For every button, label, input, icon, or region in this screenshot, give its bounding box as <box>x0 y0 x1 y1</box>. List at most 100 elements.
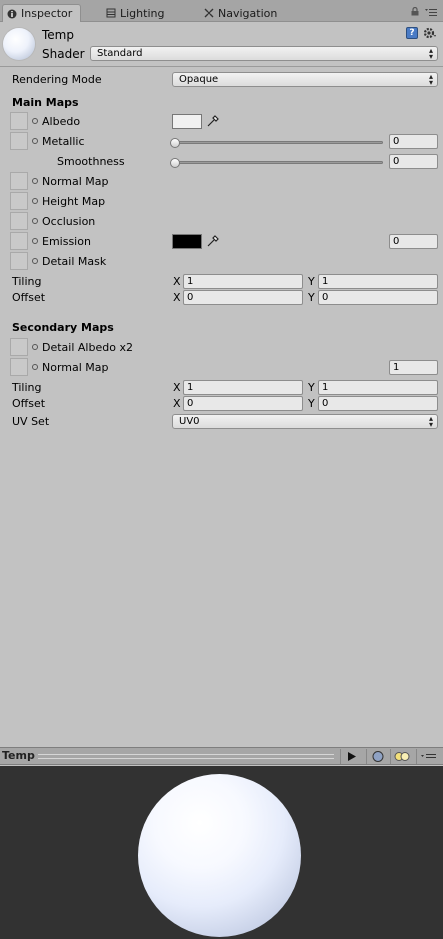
occlusion-texture-slot[interactable] <box>10 212 28 230</box>
header-separator <box>0 66 443 67</box>
secondary-tiling-label: Tiling <box>12 381 42 394</box>
shader-value: Standard <box>97 48 143 59</box>
secondary-tiling-x-label: X <box>173 381 181 394</box>
detail-mask-texture-slot[interactable] <box>10 252 28 270</box>
uv-set-value: UV0 <box>179 416 200 427</box>
shader-dropdown[interactable]: Standard ▴ ▾ <box>90 46 438 61</box>
material-thumbnail <box>3 28 35 60</box>
secondary-offset-y-label: Y <box>308 397 315 410</box>
secondary-maps-title: Secondary Maps <box>12 321 114 334</box>
smoothness-slider-knob[interactable] <box>170 158 180 168</box>
smoothness-label: Smoothness <box>57 155 125 168</box>
metallic-slider[interactable] <box>173 141 383 144</box>
main-tiling-x-field[interactable]: 1 <box>183 274 303 289</box>
detail-mask-label: Detail Mask <box>42 255 107 268</box>
tab-navigation[interactable]: Navigation <box>204 4 277 22</box>
main-tiling-y-field[interactable]: 1 <box>318 274 438 289</box>
detail-mask-picker-dot-icon[interactable] <box>32 258 38 264</box>
albedo-texture-slot[interactable] <box>10 112 28 130</box>
smoothness-value-field[interactable]: 0 <box>389 154 438 169</box>
emission-texture-slot[interactable] <box>10 232 28 250</box>
detail-albedo-texture-slot[interactable] <box>10 338 28 356</box>
detail-albedo-picker-dot-icon[interactable] <box>32 344 38 350</box>
rendering-mode-dropdown[interactable]: Opaque ▴ ▾ <box>172 72 438 87</box>
lock-icon[interactable] <box>411 7 419 16</box>
lights-icon <box>394 752 410 761</box>
normal-map-picker-dot-icon[interactable] <box>32 178 38 184</box>
metallic-value-field[interactable]: 0 <box>389 134 438 149</box>
main-tiling-label: Tiling <box>12 275 42 288</box>
preview-menu-button[interactable] <box>416 749 442 764</box>
main-maps-title: Main Maps <box>12 96 79 109</box>
secondary-normal-map-picker-dot-icon[interactable] <box>32 364 38 370</box>
preview-title: Temp <box>2 749 35 762</box>
uv-set-dropdown[interactable]: UV0 ▴ ▾ <box>172 414 438 429</box>
preview-shape-button[interactable] <box>366 749 388 764</box>
detail-albedo-label: Detail Albedo x2 <box>42 341 133 354</box>
menu-icon <box>421 754 436 758</box>
info-icon <box>7 9 17 18</box>
rendering-mode-label: Rendering Mode <box>12 73 102 86</box>
tab-inspector-label: Inspector <box>21 7 73 20</box>
tab-menu-icon[interactable] <box>425 8 437 16</box>
albedo-color-swatch[interactable] <box>172 114 202 129</box>
tab-lighting-label: Lighting <box>120 6 165 20</box>
preview-toolbar: Temp <box>0 747 443 765</box>
height-map-picker-dot-icon[interactable] <box>32 198 38 204</box>
secondary-offset-x-field[interactable]: 0 <box>183 396 303 411</box>
emission-color-swatch[interactable] <box>172 234 202 249</box>
main-offset-y-field[interactable]: 0 <box>318 290 438 305</box>
preview-sphere <box>138 774 301 937</box>
normal-map-texture-slot[interactable] <box>10 172 28 190</box>
secondary-tiling-x-field[interactable]: 1 <box>183 380 303 395</box>
gear-icon[interactable] <box>423 26 437 40</box>
lighting-icon <box>106 8 116 18</box>
preview-lighting-button[interactable] <box>390 749 412 764</box>
main-offset-label: Offset <box>12 291 46 304</box>
albedo-label: Albedo <box>42 115 81 128</box>
emission-picker-dot-icon[interactable] <box>32 238 38 244</box>
eyedropper-icon[interactable] <box>206 234 220 248</box>
secondary-offset-label: Offset <box>12 397 46 410</box>
metallic-slider-knob[interactable] <box>170 138 180 148</box>
dropdown-arrows-icon: ▴ ▾ <box>428 414 433 429</box>
sphere-icon <box>372 751 384 762</box>
material-name: Temp <box>42 28 74 42</box>
metallic-label: Metallic <box>42 135 85 148</box>
eyedropper-icon[interactable] <box>206 114 220 128</box>
height-map-texture-slot[interactable] <box>10 192 28 210</box>
normal-map-label: Normal Map <box>42 175 109 188</box>
secondary-tiling-y-label: Y <box>308 381 315 394</box>
occlusion-label: Occlusion <box>42 215 96 228</box>
material-preview[interactable] <box>0 766 443 939</box>
main-offset-x-field[interactable]: 0 <box>183 290 303 305</box>
main-tiling-y-label: Y <box>308 275 315 288</box>
tab-navigation-label: Navigation <box>218 6 278 20</box>
shader-label: Shader <box>42 47 85 61</box>
tab-bar: Inspector Lighting Navigation <box>0 0 443 22</box>
secondary-tiling-y-field[interactable]: 1 <box>318 380 438 395</box>
main-offset-y-label: Y <box>308 291 315 304</box>
main-tiling-x-label: X <box>173 275 181 288</box>
help-icon[interactable]: ? <box>406 27 418 39</box>
metallic-picker-dot-icon[interactable] <box>32 138 38 144</box>
main-offset-x-label: X <box>173 291 181 304</box>
secondary-normal-map-label: Normal Map <box>42 361 109 374</box>
secondary-offset-y-field[interactable]: 0 <box>318 396 438 411</box>
metallic-texture-slot[interactable] <box>10 132 28 150</box>
emission-value-field[interactable]: 0 <box>389 234 438 249</box>
dropdown-arrows-icon: ▴ ▾ <box>428 72 433 87</box>
navigation-icon <box>204 8 214 18</box>
smoothness-slider[interactable] <box>173 161 383 164</box>
dropdown-arrows-icon: ▴ ▾ <box>428 46 433 61</box>
tab-inspector[interactable]: Inspector <box>2 4 82 22</box>
emission-label: Emission <box>42 235 91 248</box>
uv-set-label: UV Set <box>12 415 50 428</box>
secondary-normal-map-scale-field[interactable]: 1 <box>389 360 438 375</box>
secondary-normal-map-texture-slot[interactable] <box>10 358 28 376</box>
tab-lighting[interactable]: Lighting <box>106 4 164 22</box>
albedo-picker-dot-icon[interactable] <box>32 118 38 124</box>
play-button[interactable] <box>340 749 362 764</box>
preview-drag-handle[interactable] <box>38 754 334 759</box>
occlusion-picker-dot-icon[interactable] <box>32 218 38 224</box>
